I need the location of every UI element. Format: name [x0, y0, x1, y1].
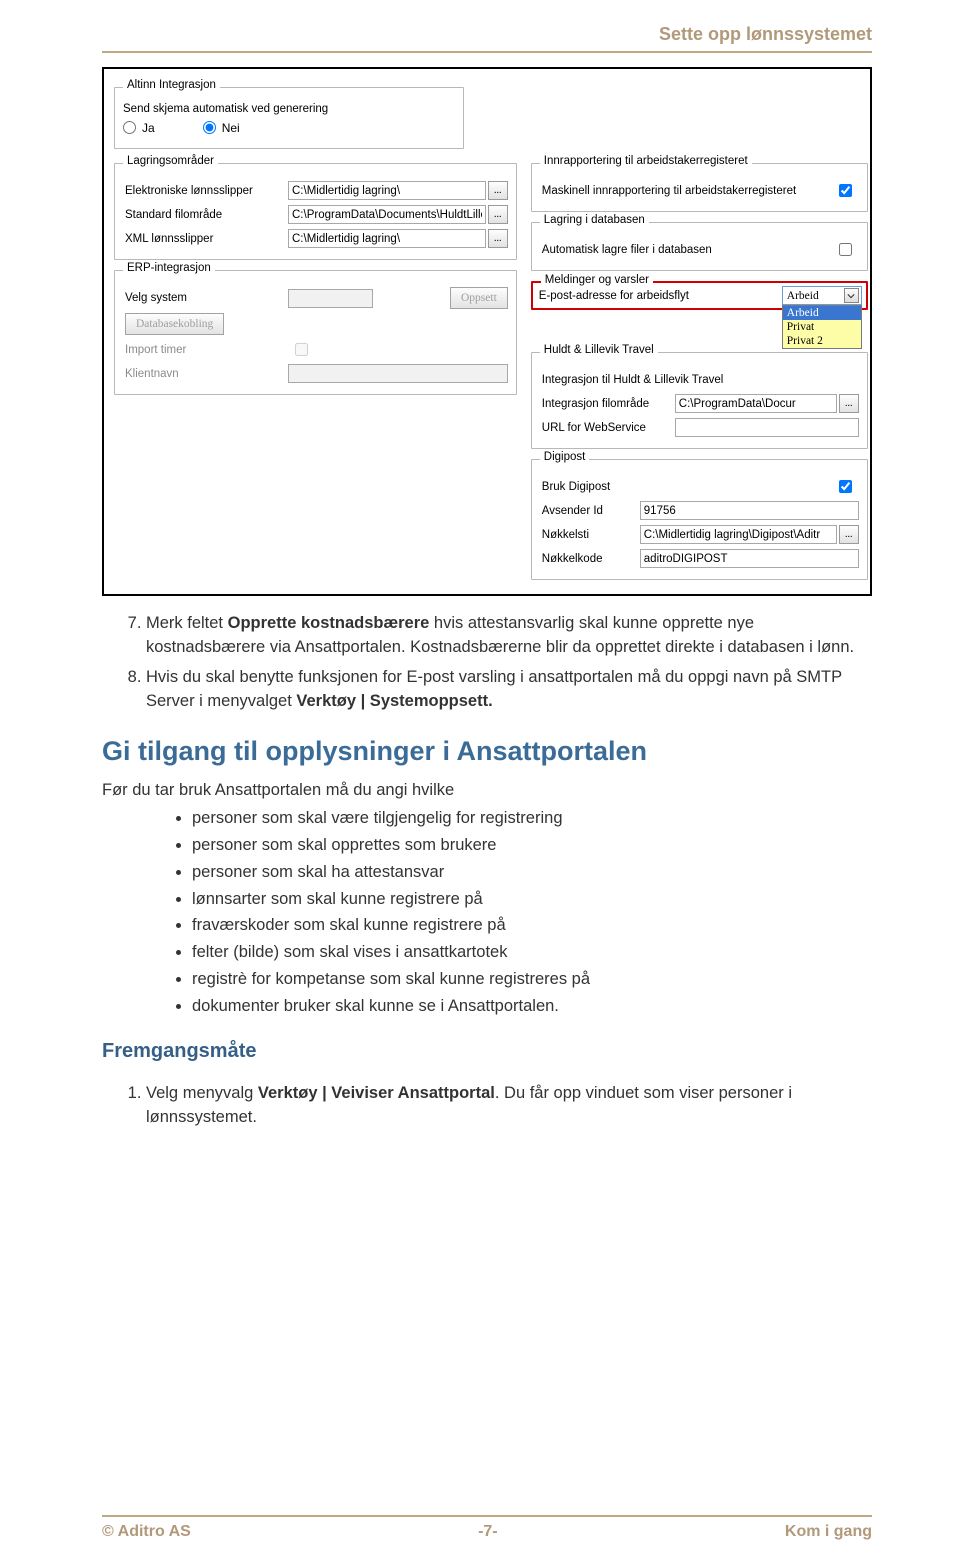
standard-browse-button[interactable]: ... [488, 205, 508, 224]
step8-bold: Verktøy | Systemoppsett. [296, 692, 492, 710]
nokkelsti-browse-button[interactable]: ... [839, 525, 859, 544]
step-8: Hvis du skal benytte funksjonen for E-po… [146, 666, 872, 714]
radio-nei-input[interactable] [203, 121, 216, 134]
page-header: Sette opp lønnssystemet [102, 24, 872, 45]
page-footer: © Aditro AS -7- Kom i gang [102, 1515, 872, 1541]
autolagr-label: Automatisk lagre filer i databasen [540, 244, 833, 256]
lagring-legend: Lagringsområder [123, 155, 218, 167]
urlws-input[interactable] [675, 418, 859, 437]
urlws-label: URL for WebService [540, 422, 675, 434]
velg-system-input[interactable] [288, 289, 373, 308]
hl-legend: Huldt & Lillevik Travel [540, 344, 658, 356]
lagrdb-legend: Lagring i databasen [540, 214, 649, 226]
footer-left: © Aditro AS [102, 1523, 191, 1541]
bullet-item: registrè for kompetanse som skal kunne r… [192, 968, 872, 992]
intfil-label: Integrasjon filområde [540, 398, 675, 410]
step-1: Velg menyvalg Verktøy | Veiviser Ansattp… [146, 1082, 872, 1130]
hlint-label: Integrasjon til Huldt & Lillevik Travel [540, 374, 859, 386]
import-timer-label: Import timer [123, 344, 288, 356]
radio-nei-label: Nei [222, 121, 240, 135]
databasekobling-button[interactable]: Databasekobling [125, 313, 224, 335]
maskinell-label: Maskinell innrapportering til arbeidstak… [540, 185, 833, 197]
xml-browse-button[interactable]: ... [488, 229, 508, 248]
erp-legend: ERP-integrasjon [123, 262, 215, 274]
avsender-input[interactable] [640, 501, 859, 520]
intfil-browse-button[interactable]: ... [839, 394, 859, 413]
settings-dialog-screenshot: Altinn Integrasjon Send skjema automatis… [102, 67, 872, 596]
footer-right: Kom i gang [785, 1523, 872, 1541]
step1-text-a: Velg menyvalg [146, 1084, 258, 1102]
altinn-nei-radio[interactable]: Nei [203, 121, 240, 135]
footer-center: -7- [478, 1523, 498, 1541]
section-heading: Gi tilgang til opplysninger i Ansattport… [102, 732, 872, 771]
import-timer-checkbox[interactable] [295, 343, 308, 356]
nokkelsti-input[interactable] [640, 525, 837, 544]
dropdown-option[interactable]: Arbeid [783, 306, 861, 320]
bullet-item: personer som skal opprettes som brukere [192, 834, 872, 858]
altinn-prompt: Send skjema automatisk ved generering [123, 103, 455, 115]
bullet-item: fraværskoder som skal kunne registrere p… [192, 914, 872, 938]
klientnavn-input[interactable] [288, 364, 508, 383]
meldinger-highlight-box: Meldinger og varsler E-post-adresse for … [531, 281, 868, 310]
fremgang-heading: Fremgangsmåte [102, 1037, 872, 1066]
nokkelkode-input[interactable] [640, 549, 859, 568]
xml-input[interactable] [288, 229, 486, 248]
bullet-item: lønnsarter som skal kunne registrere på [192, 888, 872, 912]
brukdigi-label: Bruk Digipost [540, 481, 833, 493]
innrapp-legend: Innrapportering til arbeidstakerregister… [540, 155, 752, 167]
brukdigi-checkbox[interactable] [839, 480, 852, 493]
bullet-item: personer som skal være tilgjengelig for … [192, 807, 872, 831]
bullet-item: dokumenter bruker skal kunne se i Ansatt… [192, 995, 872, 1019]
autolagr-checkbox[interactable] [839, 243, 852, 256]
intro-text: Før du tar bruk Ansattportalen må du ang… [102, 779, 872, 803]
step8-text-a: Hvis du skal benytte funksjonen for E-po… [146, 668, 842, 710]
oppsett-button[interactable]: Oppsett [450, 287, 508, 309]
altinn-ja-radio[interactable]: Ja [123, 121, 155, 135]
standard-input[interactable] [288, 205, 486, 224]
avsender-label: Avsender Id [540, 505, 640, 517]
epost-dropdown[interactable]: Arbeid [782, 286, 862, 305]
dropdown-option[interactable]: Privat 2 [783, 334, 861, 348]
step-7: Merk feltet Opprette kostnadsbærere hvis… [146, 612, 872, 660]
intfil-input[interactable] [675, 394, 837, 413]
chevron-down-icon [844, 288, 859, 303]
step7-text-a: Merk feltet [146, 614, 228, 632]
dropdown-option[interactable]: Privat [783, 320, 861, 334]
velg-system-label: Velg system [123, 292, 288, 304]
bullet-item: felter (bilde) som skal vises i ansattka… [192, 941, 872, 965]
elonn-input[interactable] [288, 181, 486, 200]
radio-ja-input[interactable] [123, 121, 136, 134]
altinn-legend: Altinn Integrasjon [123, 79, 220, 91]
bullet-item: personer som skal ha attestansvar [192, 861, 872, 885]
maskinell-checkbox[interactable] [839, 184, 852, 197]
elonn-browse-button[interactable]: ... [488, 181, 508, 200]
xml-label: XML lønnsslipper [123, 233, 288, 245]
elonn-label: Elektroniske lønnsslipper [123, 185, 288, 197]
step7-bold: Opprette kostnadsbærere [228, 614, 430, 632]
nokkelsti-label: Nøkkelsti [540, 529, 640, 541]
nokkelkode-label: Nøkkelkode [540, 553, 640, 565]
step1-bold: Verktøy | Veiviser Ansattportal [258, 1084, 495, 1102]
digipost-legend: Digipost [540, 451, 590, 463]
radio-ja-label: Ja [142, 121, 155, 135]
epost-dropdown-value: Arbeid [787, 290, 819, 302]
header-rule [102, 51, 872, 53]
epost-dropdown-list[interactable]: Arbeid Privat Privat 2 [782, 305, 862, 349]
epost-label: E-post-adresse for arbeidsflyt [537, 290, 782, 302]
klientnavn-label: Klientnavn [123, 368, 288, 380]
standard-label: Standard filområde [123, 209, 288, 221]
